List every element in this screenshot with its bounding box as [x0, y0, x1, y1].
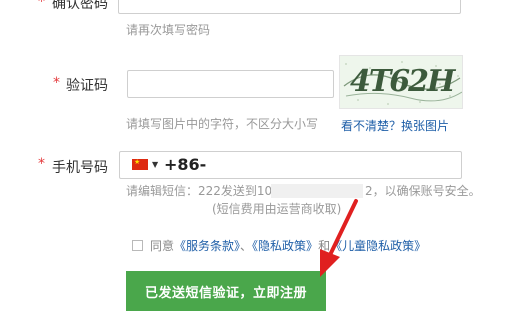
register-submit-button[interactable]: 已发送短信验证，立即注册	[126, 271, 326, 311]
refresh-captcha-link[interactable]: 看不清楚？换张图片	[341, 117, 449, 134]
phone-label: 手机号码	[52, 160, 108, 176]
confirm-password-label: 确认密码	[52, 0, 108, 12]
sms-hint-part1: 请编辑短信：222发送到106	[126, 184, 280, 198]
captcha-hint: 请填写图片中的字符，不区分大小写	[126, 117, 319, 131]
agree-separator: 、	[240, 239, 253, 253]
sms-hint-part2: 2，以确保账号安全。	[365, 184, 481, 198]
captcha-input[interactable]	[127, 70, 334, 98]
captcha-text: 4T62H	[350, 64, 455, 99]
country-selector[interactable]: ★ ▼	[132, 158, 159, 170]
privacy-link[interactable]: 《隐私政策》	[252, 239, 318, 253]
terms-link[interactable]: 《服务条款》	[174, 239, 240, 253]
confirm-password-hint: 请再次填写密码	[126, 23, 211, 37]
agreement-text: 同意《服务条款》、《隐私政策》和《儿童隐私政策》	[150, 237, 426, 254]
captcha-required-mark: *	[53, 75, 60, 91]
agree-prefix: 同意	[150, 239, 175, 253]
captcha-label: 验证码	[66, 78, 108, 94]
confirm-password-field[interactable]	[118, 0, 461, 14]
country-code: +86-	[164, 155, 207, 174]
china-flag-icon: ★	[132, 158, 148, 170]
confirm-password-required-mark: *	[38, 0, 45, 10]
annotation-arrow-icon	[320, 199, 358, 277]
agreement-checkbox[interactable]	[132, 240, 143, 251]
captcha-image[interactable]: 4T62H	[339, 55, 463, 109]
chevron-down-icon: ▼	[152, 160, 159, 169]
phone-input[interactable]: ★ ▼ +86-	[119, 151, 462, 179]
phone-required-mark: *	[38, 156, 45, 172]
